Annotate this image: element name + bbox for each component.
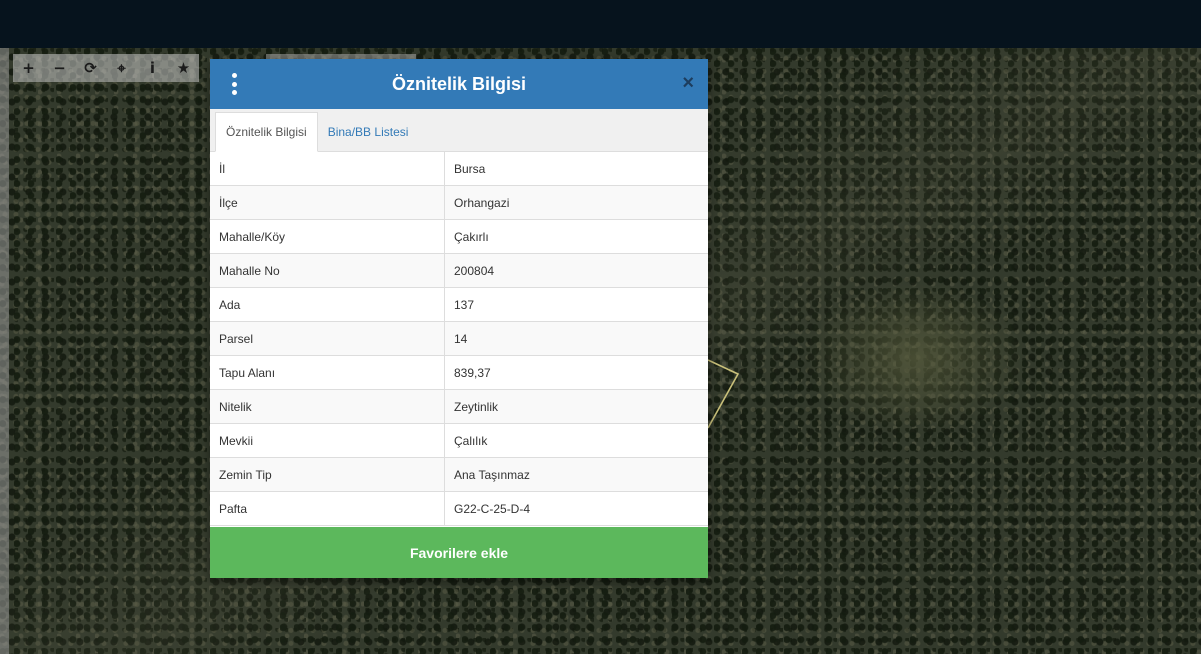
zoom-in-icon[interactable]: +	[13, 54, 44, 82]
attribute-key: Pafta	[210, 491, 445, 526]
table-row: Mahalle No 200804	[210, 253, 708, 288]
star-icon[interactable]: ★	[168, 54, 199, 82]
attribute-value: Orhangazi	[444, 185, 708, 220]
table-row: Parsel 14	[210, 321, 708, 356]
attribute-value: 137	[444, 287, 708, 322]
table-row: Nitelik Zeytinlik	[210, 389, 708, 424]
attribute-value: 839,37	[444, 355, 708, 390]
info-icon[interactable]: i	[137, 54, 168, 82]
attribute-value: Ana Taşınmaz	[444, 457, 708, 492]
attribute-key: Parsel	[210, 321, 445, 356]
map-toolbar: + − ⟳ ⌖ i ★	[13, 54, 199, 82]
tab-attribute-info[interactable]: Öznitelik Bilgisi	[215, 112, 318, 152]
table-row: Mevkii Çalılık	[210, 423, 708, 458]
attribute-table: İl Bursa İlçe Orhangazi Mahalle/Köy Çakı…	[210, 152, 708, 526]
vertical-dots-icon[interactable]	[230, 73, 238, 95]
attribute-key: Ada	[210, 287, 445, 322]
table-row: Pafta G22-C-25-D-4	[210, 491, 708, 526]
table-row: Tapu Alanı 839,37	[210, 355, 708, 390]
attribute-value: G22-C-25-D-4	[444, 491, 708, 526]
modal-tabs: Öznitelik Bilgisi Bina/BB Listesi	[210, 109, 708, 152]
attribute-value: 200804	[444, 253, 708, 288]
refresh-icon[interactable]: ⟳	[75, 54, 106, 82]
crosshair-icon[interactable]: ⌖	[106, 54, 137, 82]
zoom-out-icon[interactable]: −	[44, 54, 75, 82]
attribute-value: Çalılık	[444, 423, 708, 458]
table-row: Ada 137	[210, 287, 708, 322]
attribute-value: Zeytinlik	[444, 389, 708, 424]
attribute-key: Mevkii	[210, 423, 445, 458]
attribute-value: 14	[444, 321, 708, 356]
map-side-strip	[0, 48, 9, 654]
attribute-key: Tapu Alanı	[210, 355, 445, 390]
table-row: İl Bursa	[210, 152, 708, 186]
attribute-key: Nitelik	[210, 389, 445, 424]
table-row: Mahalle/Köy Çakırlı	[210, 219, 708, 254]
table-row: İlçe Orhangazi	[210, 185, 708, 220]
attribute-key: İl	[210, 152, 445, 186]
attribute-key: Mahalle/Köy	[210, 219, 445, 254]
attribute-value: Çakırlı	[444, 219, 708, 254]
attribute-info-modal: Öznitelik Bilgisi × Öznitelik Bilgisi Bi…	[210, 59, 708, 578]
attribute-key: Zemin Tip	[210, 457, 445, 492]
tab-building-list[interactable]: Bina/BB Listesi	[318, 113, 419, 151]
attribute-key: İlçe	[210, 185, 445, 220]
attribute-value: Bursa	[444, 152, 708, 186]
close-icon[interactable]: ×	[682, 73, 694, 93]
table-row: Zemin Tip Ana Taşınmaz	[210, 457, 708, 492]
modal-title: Öznitelik Bilgisi	[391, 73, 527, 94]
modal-header: Öznitelik Bilgisi ×	[210, 59, 708, 109]
add-to-favorites-button[interactable]: Favorilere ekle	[210, 527, 708, 578]
top-navbar	[0, 0, 1201, 48]
attribute-key: Mahalle No	[210, 253, 445, 288]
